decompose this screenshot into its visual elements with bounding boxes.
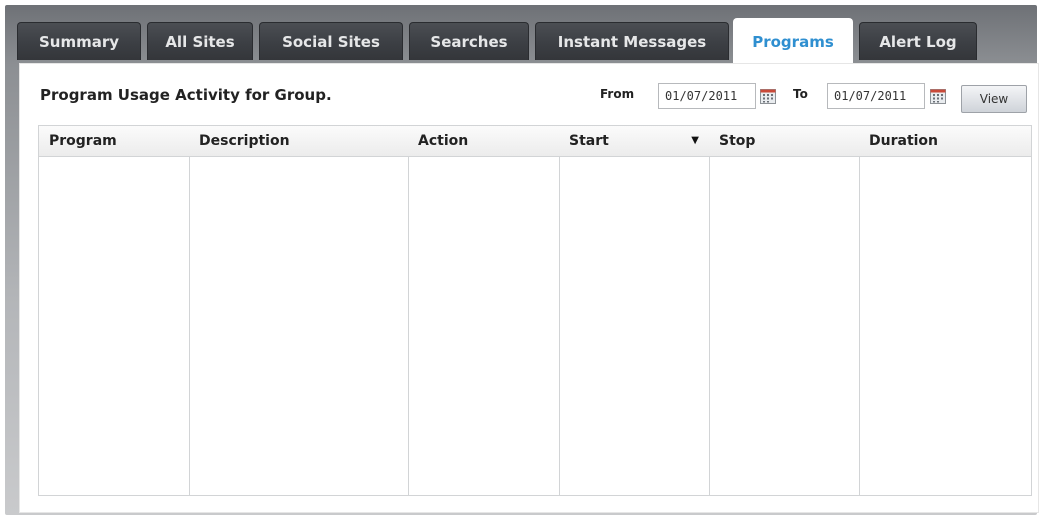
from-date-input[interactable]: 01/07/2011	[658, 83, 756, 109]
table-header: Program Description Action Start ▼ Stop …	[39, 126, 1031, 157]
tab-all-sites[interactable]: All Sites	[147, 22, 253, 60]
tab-programs[interactable]: Programs	[733, 18, 853, 64]
calendar-icon[interactable]	[930, 89, 946, 104]
view-button[interactable]: View	[961, 85, 1027, 113]
to-date-input[interactable]: 01/07/2011	[827, 83, 925, 109]
tab-searches[interactable]: Searches	[409, 22, 529, 60]
column-header-start[interactable]: Start ▼	[559, 126, 709, 156]
column-header-duration[interactable]: Duration	[859, 126, 1031, 156]
tab-social-sites[interactable]: Social Sites	[259, 22, 403, 60]
table-column	[39, 126, 190, 495]
app-frame: Summary All Sites Social Sites Searches …	[5, 5, 1039, 515]
table-column	[709, 126, 860, 495]
sort-desc-icon: ▼	[691, 135, 699, 146]
programs-panel: Program Usage Activity for Group. From 0…	[19, 63, 1039, 513]
panel-title: Program Usage Activity for Group.	[40, 86, 332, 104]
tab-summary[interactable]: Summary	[17, 22, 141, 60]
table-column	[859, 126, 1032, 495]
table-column	[408, 126, 560, 495]
column-header-program[interactable]: Program	[39, 126, 189, 156]
column-header-description[interactable]: Description	[189, 126, 408, 156]
table-column	[189, 126, 409, 495]
tab-alert-log[interactable]: Alert Log	[859, 22, 977, 60]
tab-instant-messages[interactable]: Instant Messages	[535, 22, 729, 60]
column-header-start-label: Start	[569, 133, 609, 149]
program-usage-table: Program Description Action Start ▼ Stop …	[38, 125, 1032, 496]
calendar-icon[interactable]	[760, 89, 776, 104]
table-column	[559, 126, 710, 495]
from-label: From	[600, 87, 635, 101]
to-label: To	[793, 87, 808, 101]
column-header-stop[interactable]: Stop	[709, 126, 859, 156]
column-header-action[interactable]: Action	[408, 126, 559, 156]
